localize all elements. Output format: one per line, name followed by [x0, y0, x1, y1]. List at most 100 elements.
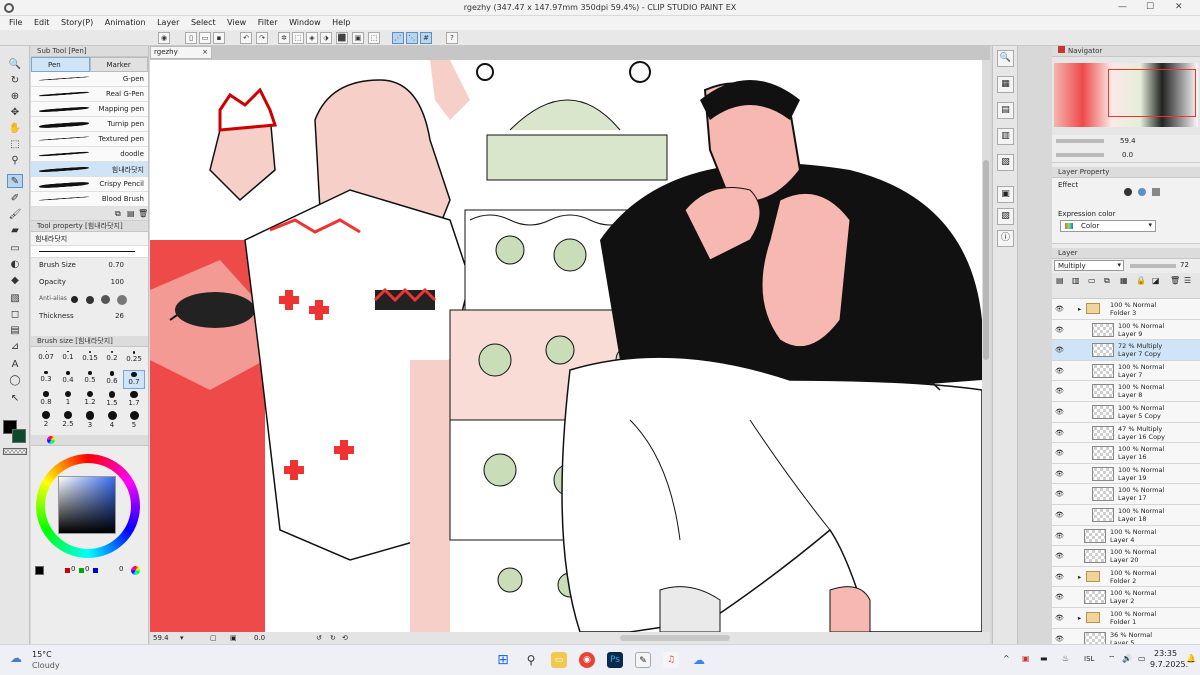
- fill-icon[interactable]: ◈: [306, 32, 318, 44]
- pen-tool-icon[interactable]: ✎: [7, 174, 23, 188]
- layer-row[interactable]: 👁 100 % Normal Layer 9: [1052, 319, 1200, 341]
- anti-alias-row[interactable]: Anti-alias: [31, 292, 148, 309]
- opacity-row[interactable]: Opacity 100: [31, 275, 148, 292]
- layer-opacity-value[interactable]: 72: [1180, 261, 1189, 269]
- brush-size-preset[interactable]: 1.2: [79, 390, 101, 409]
- anti-alias-strong[interactable]: [117, 295, 127, 305]
- document-tab[interactable]: rgezhy ×: [150, 46, 212, 59]
- brush-tool-icon[interactable]: 🖌: [7, 208, 23, 222]
- visibility-eye-icon[interactable]: 👁: [1055, 532, 1064, 540]
- brush-size-preset[interactable]: 0.25: [123, 350, 145, 369]
- vertical-scroll-thumb[interactable]: [983, 160, 989, 360]
- visibility-eye-icon[interactable]: 👁: [1055, 470, 1064, 478]
- menu-filter[interactable]: Filter: [258, 16, 278, 30]
- brush-size-preset[interactable]: 0.6: [101, 370, 123, 389]
- fit-icon[interactable]: ▢: [210, 632, 217, 644]
- zoom-100-icon[interactable]: ▣: [230, 632, 237, 644]
- help-icon[interactable]: ?: [446, 32, 458, 44]
- navigator-tab-icon[interactable]: [1058, 46, 1065, 53]
- navigator-rotation-value[interactable]: 0.0: [1122, 151, 1133, 159]
- brush-size-preset[interactable]: 0.4: [57, 370, 79, 389]
- layer-row[interactable]: 👁 100 % Normal Layer 8: [1052, 381, 1200, 402]
- mini-main-color[interactable]: [35, 566, 44, 575]
- layer-opacity-slider[interactable]: [1130, 264, 1176, 268]
- brush-item[interactable]: Blood Brush: [31, 192, 148, 207]
- brush-size-preset[interactable]: 0.7: [123, 370, 145, 389]
- visibility-eye-icon[interactable]: 👁: [1055, 573, 1064, 581]
- deselect-icon[interactable]: ⬛: [336, 32, 348, 44]
- close-tab-icon[interactable]: ×: [202, 47, 208, 58]
- hand-tool-icon[interactable]: ✋: [7, 122, 23, 136]
- clock-date[interactable]: 9.7.2025.: [1150, 660, 1188, 669]
- visibility-eye-icon[interactable]: 👁: [1055, 367, 1064, 375]
- color-wheel-tab-icon[interactable]: [47, 436, 55, 444]
- save-icon[interactable]: ▪: [213, 32, 225, 44]
- rotate-left-icon[interactable]: ↺: [316, 632, 322, 644]
- layer-folder-row[interactable]: 👁 ▸ 100 % Normal Folder 1: [1052, 607, 1200, 629]
- menu-layer[interactable]: Layer: [157, 16, 179, 30]
- artwork-canvas[interactable]: [150, 60, 982, 632]
- navigator-zoom-value[interactable]: 59.4: [1120, 137, 1136, 145]
- layer-row[interactable]: 👁 100 % Normal Layer 17: [1052, 484, 1200, 505]
- tray-chevron-icon[interactable]: ^: [1003, 654, 1010, 663]
- layer-row[interactable]: 👁 100 % Normal Layer 4: [1052, 525, 1200, 547]
- tray-app-icon[interactable]: ▣: [1022, 654, 1030, 663]
- weather-desc[interactable]: Cloudy: [32, 661, 60, 670]
- brush-size-preset[interactable]: 1: [57, 390, 79, 409]
- animation-icon[interactable]: ▨: [997, 208, 1014, 225]
- tab-marker[interactable]: Marker: [89, 57, 148, 72]
- transform-icon[interactable]: ⬚: [292, 32, 304, 44]
- eraser-tool-icon[interactable]: ▭: [7, 242, 23, 256]
- photoshop-icon[interactable]: Ps: [607, 652, 623, 668]
- brush-item[interactable]: Real G-Pen: [31, 87, 148, 102]
- anti-alias-none[interactable]: [71, 296, 78, 303]
- airbrush-tool-icon[interactable]: ▰: [7, 224, 23, 238]
- canvas-zoom-value[interactable]: 59.4: [153, 632, 169, 644]
- text-tool-icon[interactable]: A: [7, 358, 23, 372]
- brush-item[interactable]: Textured pen: [31, 132, 148, 147]
- visibility-eye-icon[interactable]: 👁: [1055, 305, 1064, 313]
- clock-time[interactable]: 23:35: [1154, 649, 1177, 658]
- new-raster-layer-icon[interactable]: ▤: [1056, 276, 1064, 285]
- vertical-scrollbar[interactable]: [982, 60, 990, 632]
- brush-size-preset[interactable]: 1.5: [101, 390, 123, 409]
- volume-icon[interactable]: 🔊: [1122, 654, 1132, 663]
- anti-alias-weak[interactable]: [86, 296, 94, 304]
- frame-tool-icon[interactable]: ▤: [7, 324, 23, 338]
- zoom-tool-icon[interactable]: 🔍: [7, 58, 23, 72]
- item-bank-icon[interactable]: ▤: [997, 102, 1014, 119]
- brush-item[interactable]: G-pen: [31, 72, 148, 87]
- new-file-icon[interactable]: ▯: [185, 32, 197, 44]
- clip-studio-paint-icon[interactable]: ✎: [635, 652, 651, 668]
- maximize-button[interactable]: ☐: [1146, 2, 1154, 12]
- correct-line-tool-icon[interactable]: ↖: [7, 392, 23, 406]
- menu-view[interactable]: View: [227, 16, 246, 30]
- weather-icon[interactable]: ☁: [10, 651, 22, 665]
- navigator-zoom-slider[interactable]: [1056, 139, 1104, 143]
- anti-alias-medium[interactable]: [101, 295, 110, 304]
- brush-size-preset[interactable]: 0.3: [35, 370, 57, 389]
- history-icon[interactable]: ▧: [997, 154, 1014, 171]
- magnify-tool-icon[interactable]: ⊕: [7, 90, 23, 104]
- delete-layer-icon[interactable]: 🗑: [1170, 276, 1180, 285]
- blend-tool-icon[interactable]: ◐: [7, 258, 23, 272]
- opacity-value[interactable]: 100: [111, 278, 124, 286]
- layer-row[interactable]: 👁 100 % Normal Layer 5 Copy: [1052, 401, 1200, 423]
- visibility-eye-icon[interactable]: 👁: [1055, 593, 1064, 601]
- visibility-eye-icon[interactable]: 👁: [1055, 449, 1064, 457]
- notifications-icon[interactable]: 🔔: [1186, 654, 1196, 663]
- visibility-eye-icon[interactable]: 👁: [1055, 408, 1064, 416]
- new-folder-icon[interactable]: ▭: [1088, 276, 1096, 285]
- tone-effect-icon[interactable]: [1138, 188, 1146, 196]
- sub-color-swatch[interactable]: [12, 429, 26, 443]
- layer-row[interactable]: 👁 100 % Normal Layer 18: [1052, 504, 1200, 526]
- layer-row[interactable]: 👁 100 % Normal Layer 2: [1052, 587, 1200, 608]
- blend-mode-select[interactable]: Multiply ▾: [1054, 260, 1124, 271]
- menu-story[interactable]: Story(P): [61, 16, 93, 30]
- visibility-eye-icon[interactable]: 👁: [1055, 326, 1064, 334]
- menu-select[interactable]: Select: [191, 16, 216, 30]
- snap-special-ruler-icon[interactable]: ⋱: [406, 32, 418, 44]
- extract-line-icon[interactable]: [1152, 188, 1160, 196]
- new-vector-layer-icon[interactable]: ▥: [1072, 276, 1080, 285]
- undo-icon[interactable]: ↶: [240, 32, 252, 44]
